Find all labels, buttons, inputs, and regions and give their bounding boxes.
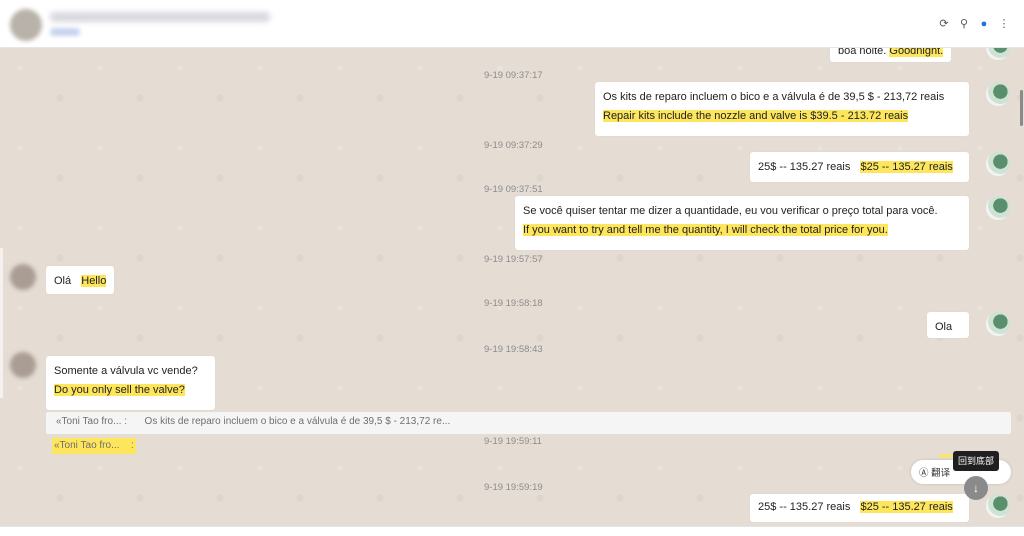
quote-text: Os kits de reparo incluem o bico e a vál… bbox=[144, 416, 451, 427]
message-text: Ola bbox=[935, 321, 953, 333]
my-avatar[interactable] bbox=[986, 494, 1010, 518]
message-bubble-outgoing: boa noite. Goodnight. bbox=[830, 48, 952, 62]
my-avatar[interactable] bbox=[986, 312, 1010, 336]
quoted-reply-bar[interactable]: «Toni Tao fro... : Os kits de reparo inc… bbox=[46, 412, 1011, 434]
message-translation: Hello bbox=[81, 275, 107, 287]
chat-scrollbar[interactable] bbox=[1018, 48, 1024, 526]
message-bubble-outgoing: Ola bbox=[927, 312, 969, 338]
translate-icon: Ⓐ bbox=[919, 468, 929, 479]
quoted-reply-translation: «Toni Tao fro... : bbox=[52, 438, 136, 454]
user-icon[interactable]: ● bbox=[978, 18, 990, 30]
message-timestamp: 9-19 19:58:18 bbox=[484, 298, 543, 309]
more-menu-icon[interactable]: ⋮ bbox=[998, 18, 1010, 30]
my-avatar[interactable] bbox=[986, 48, 1010, 60]
my-avatar[interactable] bbox=[986, 152, 1010, 176]
message-translation: If you want to try and tell me the quant… bbox=[523, 224, 888, 236]
message-text: Os kits de reparo incluem o bico e a vál… bbox=[603, 91, 945, 103]
scrollbar-thumb[interactable] bbox=[1020, 90, 1023, 126]
left-edge-shadow bbox=[0, 248, 3, 398]
message-text: Se você quiser tentar me dizer a quantid… bbox=[523, 205, 938, 217]
message-timestamp: 9-19 09:37:17 bbox=[484, 70, 543, 81]
message-timestamp: 9-19 19:59:11 bbox=[484, 436, 542, 447]
contact-avatar[interactable] bbox=[10, 264, 36, 290]
message-bubble-outgoing: Se você quiser tentar me dizer a quantid… bbox=[515, 196, 969, 250]
arrow-down-icon[interactable]: ↓ bbox=[964, 476, 988, 500]
message-translation: Repair kits include the nozzle and valve… bbox=[603, 110, 909, 122]
message-bubble-outgoing: Os kits de reparo incluem o bico e a vál… bbox=[595, 82, 969, 136]
message-text: 25$ -- 135.27 reais bbox=[758, 161, 851, 173]
contact-status bbox=[50, 28, 80, 36]
message-text: Somente a válvula vc vende? bbox=[54, 365, 198, 377]
message-text: 25$ -- 135.27 reais bbox=[758, 501, 851, 513]
quote-translation-sender: «Toni Tao fro... bbox=[54, 440, 120, 451]
message-timestamp: 9-19 09:37:29 bbox=[484, 140, 543, 151]
message-translation: Do you only sell the valve? bbox=[54, 384, 185, 396]
message-timestamp: 9-19 09:37:51 bbox=[484, 184, 543, 195]
quote-translation-colon: : bbox=[130, 440, 134, 451]
composer-bar[interactable] bbox=[0, 526, 1024, 536]
translate-label: 翻译 bbox=[931, 468, 951, 479]
quote-colon: : bbox=[124, 416, 127, 427]
search-contact-icon[interactable]: ⚲ bbox=[958, 18, 970, 30]
header-actions: ⟳ ⚲ ● ⋮ bbox=[938, 18, 1010, 30]
contact-name[interactable] bbox=[50, 12, 270, 22]
refresh-icon[interactable]: ⟳ bbox=[938, 18, 950, 30]
message-translation: $25 -- 135.27 reais bbox=[860, 161, 953, 173]
message-bubble-outgoing: 25$ -- 135.27 reais $25 -- 135.27 reais bbox=[750, 152, 969, 182]
message-bubble-outgoing: 25$ -- 135.27 reais $25 -- 135.27 reais bbox=[750, 494, 969, 522]
message-bubble-incoming: Olá Hello bbox=[46, 266, 115, 294]
chat-header: ⟳ ⚲ ● ⋮ bbox=[0, 0, 1024, 48]
message-timestamp: 9-19 19:58:43 bbox=[484, 344, 543, 355]
message-bubble-incoming: Somente a válvula vc vende? Do you only … bbox=[46, 356, 215, 410]
back-to-bottom-tooltip: 回到底部 bbox=[953, 451, 999, 471]
contact-avatar[interactable] bbox=[10, 9, 42, 41]
message-timestamp: 9-19 19:59:19 bbox=[484, 482, 543, 493]
my-avatar[interactable] bbox=[986, 196, 1010, 220]
contact-avatar[interactable] bbox=[10, 352, 36, 378]
quote-sender: «Toni Tao fro... bbox=[56, 416, 122, 427]
message-text: Olá bbox=[54, 275, 72, 287]
message-timestamp: 9-19 19:57:57 bbox=[484, 254, 543, 265]
chat-area[interactable]: boa noite. Goodnight. 9-19 09:37:17 Os k… bbox=[0, 48, 1024, 526]
my-avatar[interactable] bbox=[986, 82, 1010, 106]
message-translation: $25 -- 135.27 reais bbox=[860, 501, 953, 513]
